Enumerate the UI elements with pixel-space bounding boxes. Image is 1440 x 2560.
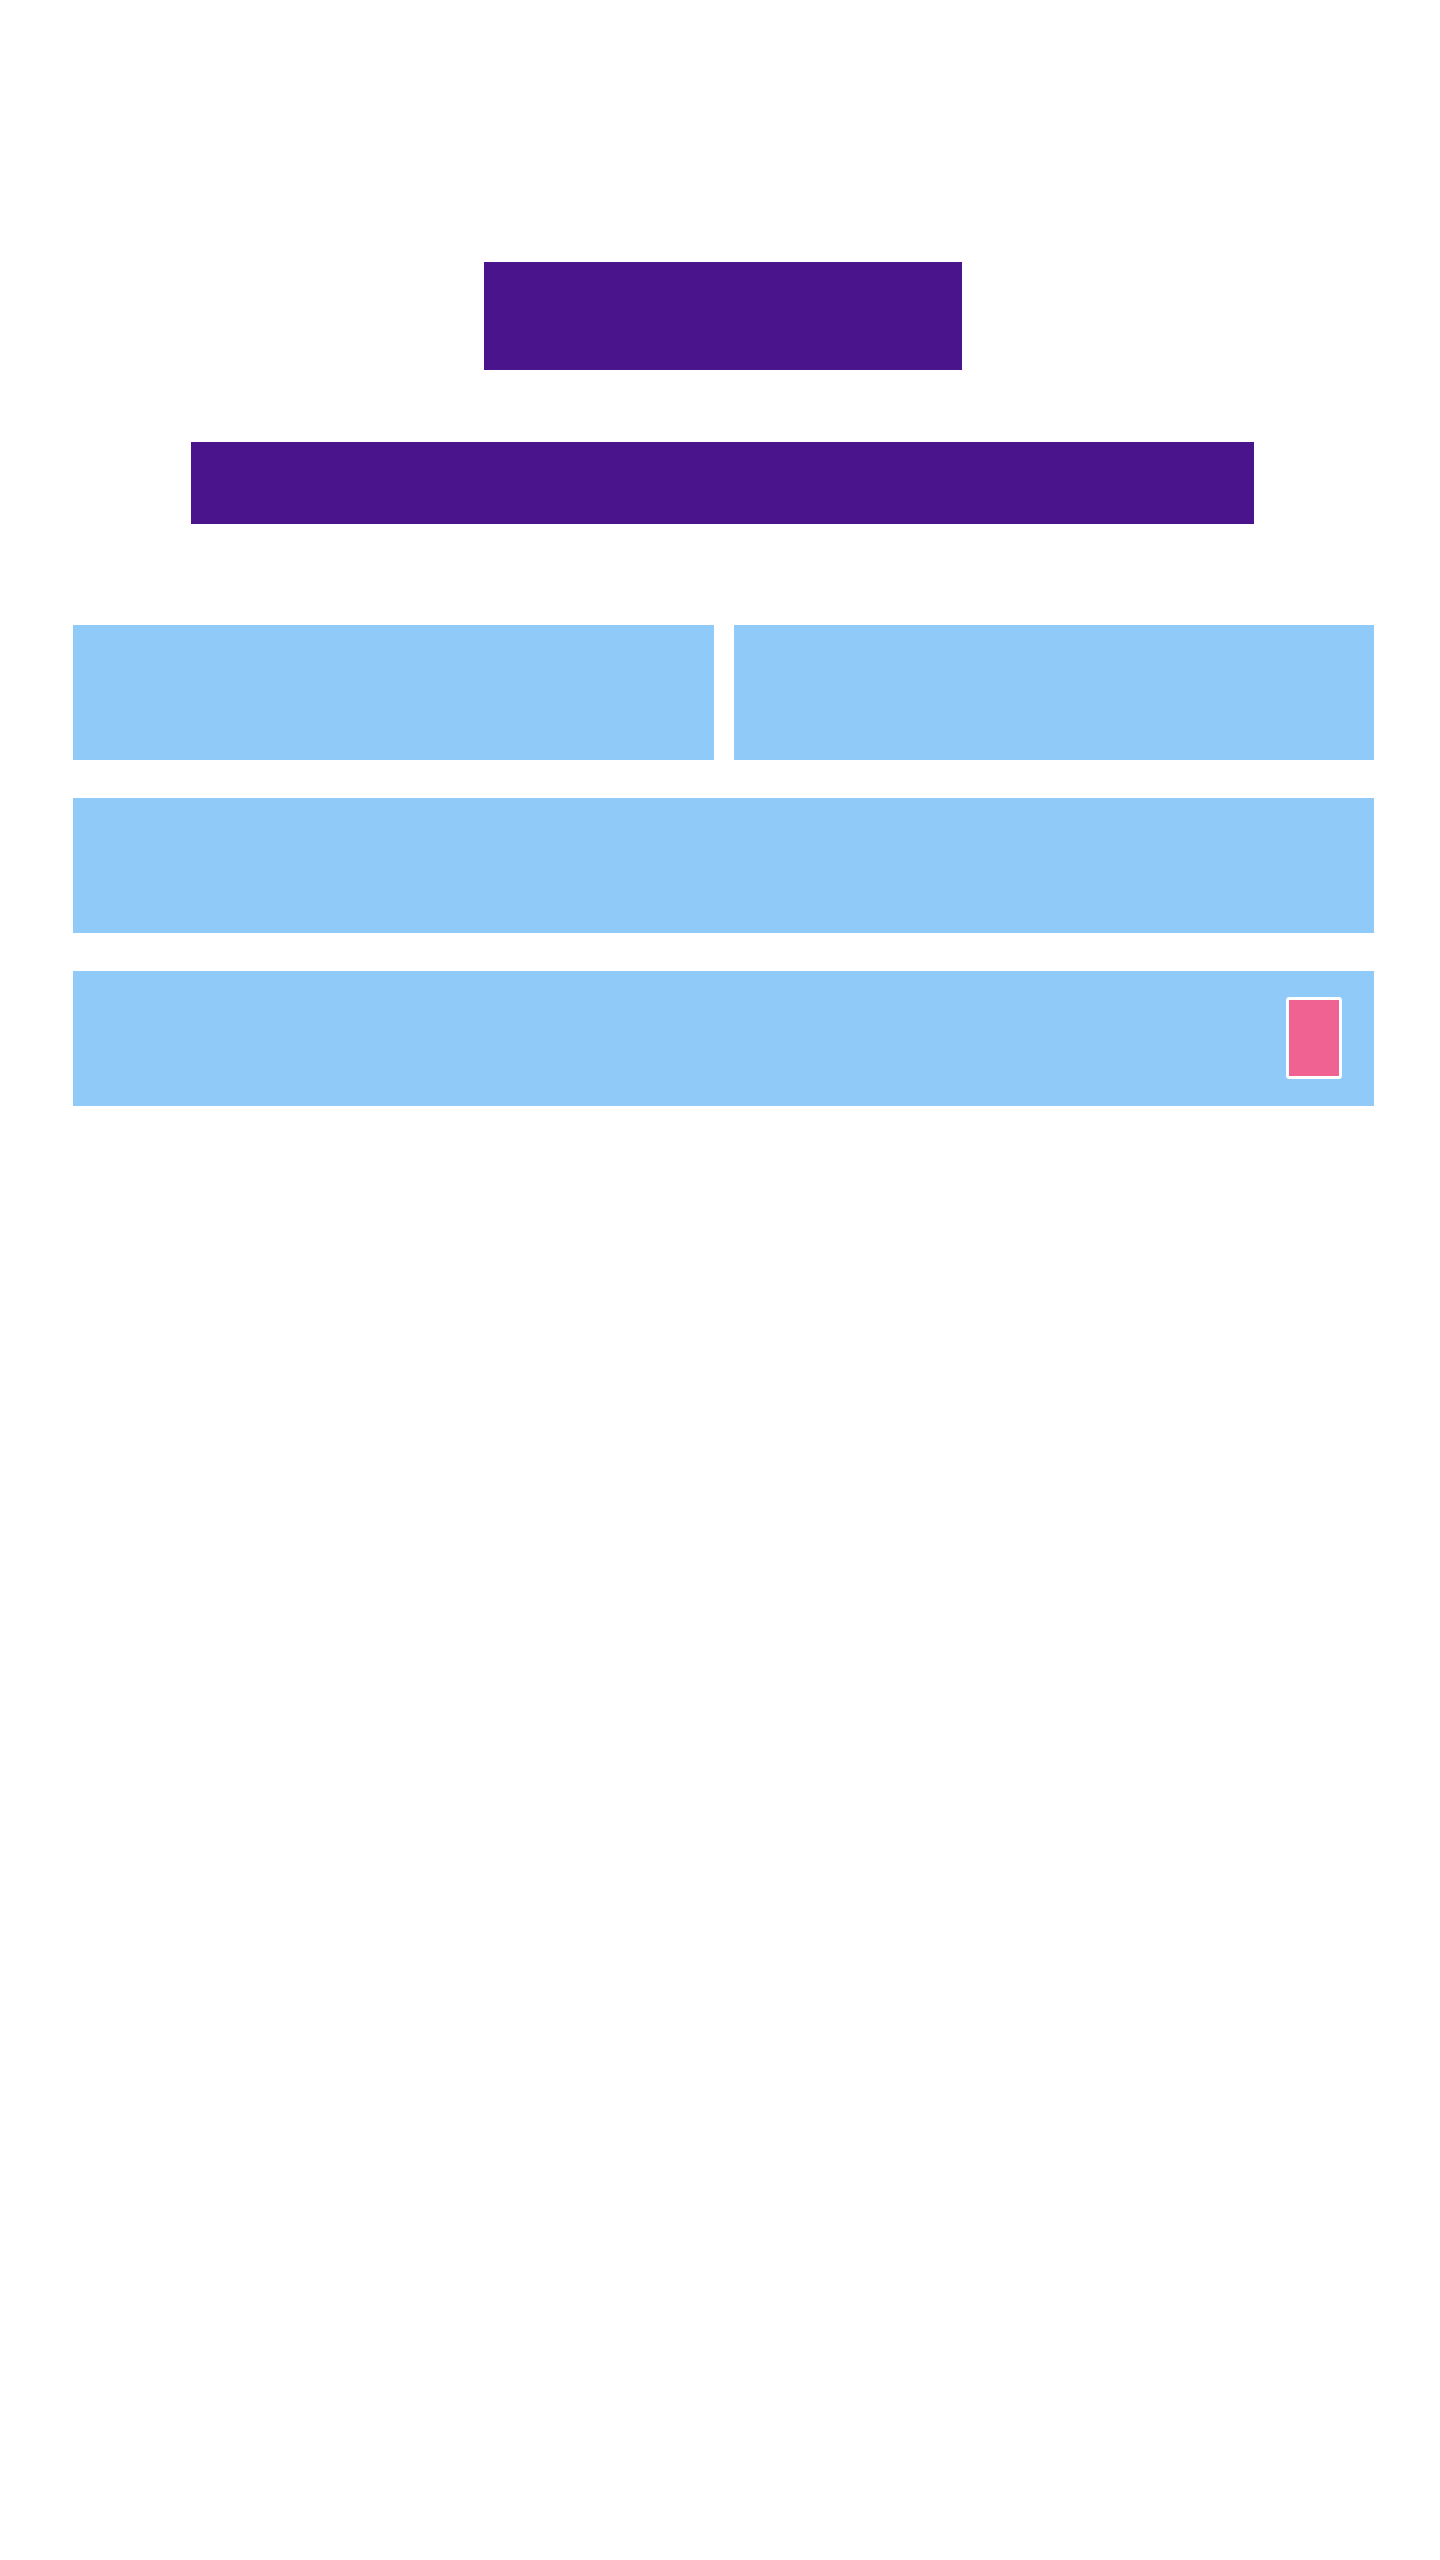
input-field-full-width-2[interactable] bbox=[73, 971, 1374, 1106]
input-field-full-width-1[interactable] bbox=[73, 798, 1374, 933]
subtitle-placeholder-block bbox=[191, 442, 1254, 524]
input-field-right[interactable] bbox=[734, 625, 1374, 760]
input-field-left[interactable] bbox=[73, 625, 714, 760]
accent-button[interactable] bbox=[1286, 997, 1342, 1079]
title-placeholder-block bbox=[484, 262, 962, 370]
